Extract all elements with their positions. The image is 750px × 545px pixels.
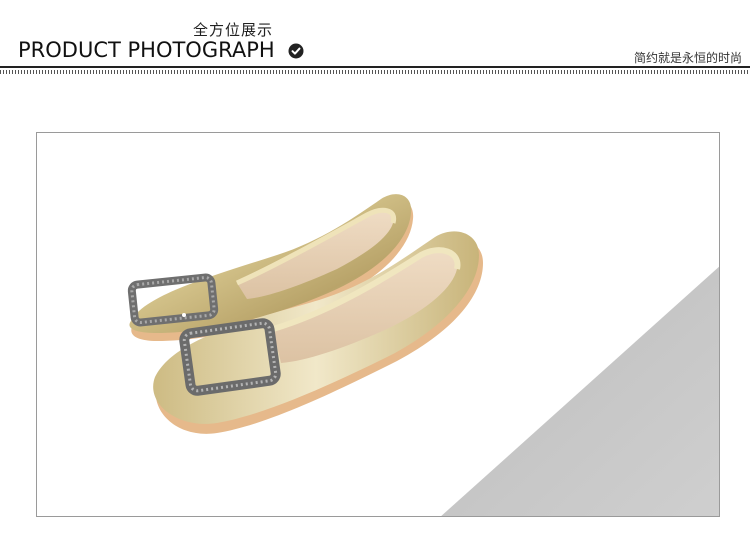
product-photo (127, 194, 719, 516)
check-circle-icon (288, 43, 304, 59)
product-photo-frame (36, 132, 720, 517)
section-title: PRODUCT PHOTOGRAPH (18, 38, 275, 62)
slogan-text: 简约就是永恒的时尚 (633, 51, 742, 65)
header-divider (0, 66, 750, 68)
section-subtitle: 全方位展示 (193, 21, 274, 39)
background-triangle (441, 266, 719, 516)
header-hatch-divider (0, 70, 750, 74)
page-header: 全方位展示 PRODUCT PHOTOGRAPH 简约就是永恒的时尚 (0, 0, 750, 80)
